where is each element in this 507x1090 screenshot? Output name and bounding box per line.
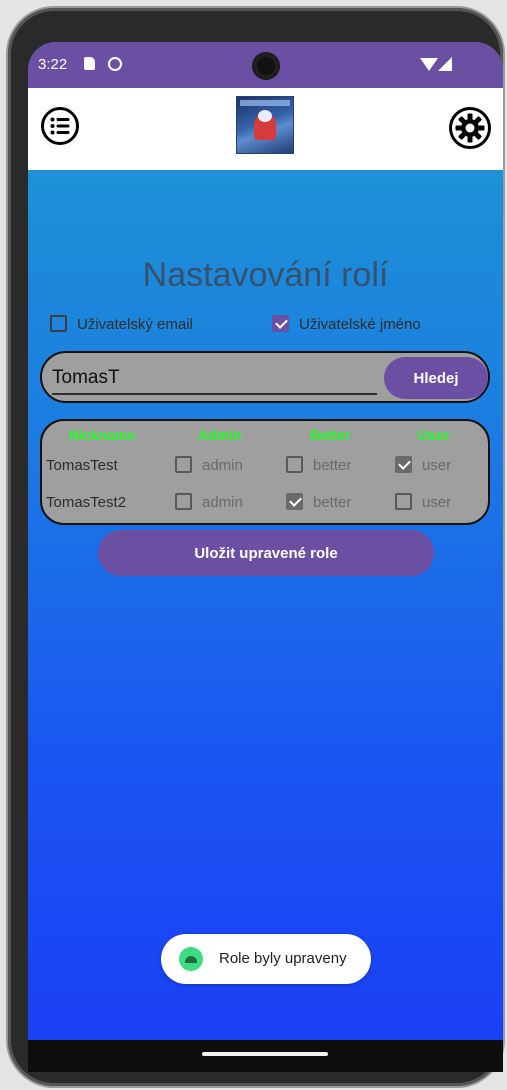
sync-icon — [108, 57, 122, 71]
sd-card-icon — [84, 57, 95, 70]
row1-better-label: better — [313, 457, 352, 474]
search-button[interactable]: Hledej — [384, 357, 488, 399]
save-roles-button[interactable]: Uložit upravené role — [98, 530, 434, 576]
settings-button[interactable] — [448, 106, 492, 150]
row2-admin-label: admin — [202, 494, 243, 511]
username-filter-label: Uživatelské jméno — [299, 316, 421, 333]
wifi-icon — [420, 58, 438, 71]
row2-user-label: user — [422, 494, 452, 511]
home-gesture-handle[interactable] — [202, 1052, 328, 1056]
android-app-icon — [179, 947, 203, 971]
roles-table: Nickname Admin Better User TomasTest adm… — [40, 419, 490, 525]
menu-list-icon — [41, 107, 79, 145]
row-nickname: TomasTest — [46, 457, 118, 474]
row1-user-label: user — [422, 457, 452, 474]
menu-button[interactable] — [40, 106, 80, 146]
row-nickname: TomasTest2 — [46, 494, 127, 511]
status-bar: 3:22 — [28, 42, 503, 88]
row1-user-checkbox[interactable] — [395, 456, 412, 473]
toast-message: Role byly upraveny — [219, 950, 347, 967]
search-input[interactable] — [52, 363, 377, 395]
status-time: 3:22 — [38, 56, 68, 73]
email-filter-label: Uživatelský email — [77, 316, 193, 333]
navigation-bar — [28, 1040, 503, 1072]
row2-better-checkbox[interactable] — [286, 493, 303, 510]
gear-icon — [449, 107, 491, 149]
column-header-admin: Admin — [198, 427, 242, 443]
app-screen: 3:22 Nastavování rolí Uživatelský email … — [28, 42, 503, 1072]
toast-notification: Role byly upraveny — [161, 934, 371, 984]
row2-better-label: better — [313, 494, 352, 511]
front-camera — [252, 52, 280, 80]
logo-banner — [240, 100, 290, 106]
row1-admin-checkbox[interactable] — [175, 456, 192, 473]
row2-user-checkbox[interactable] — [395, 493, 412, 510]
logo-face — [258, 110, 272, 122]
column-header-nickname: Nickname — [69, 427, 136, 443]
column-header-better: Better — [310, 427, 351, 443]
app-bar — [28, 88, 503, 170]
row1-better-checkbox[interactable] — [286, 456, 303, 473]
column-header-user: User — [418, 427, 450, 443]
page-title: Nastavování rolí — [142, 256, 389, 294]
app-logo[interactable] — [236, 96, 294, 154]
search-bar: Hledej — [40, 351, 490, 403]
row2-admin-checkbox[interactable] — [175, 493, 192, 510]
signal-icon — [438, 57, 452, 71]
email-filter-checkbox[interactable] — [50, 315, 67, 332]
row1-admin-label: admin — [202, 457, 243, 474]
username-filter-checkbox[interactable] — [272, 315, 289, 332]
